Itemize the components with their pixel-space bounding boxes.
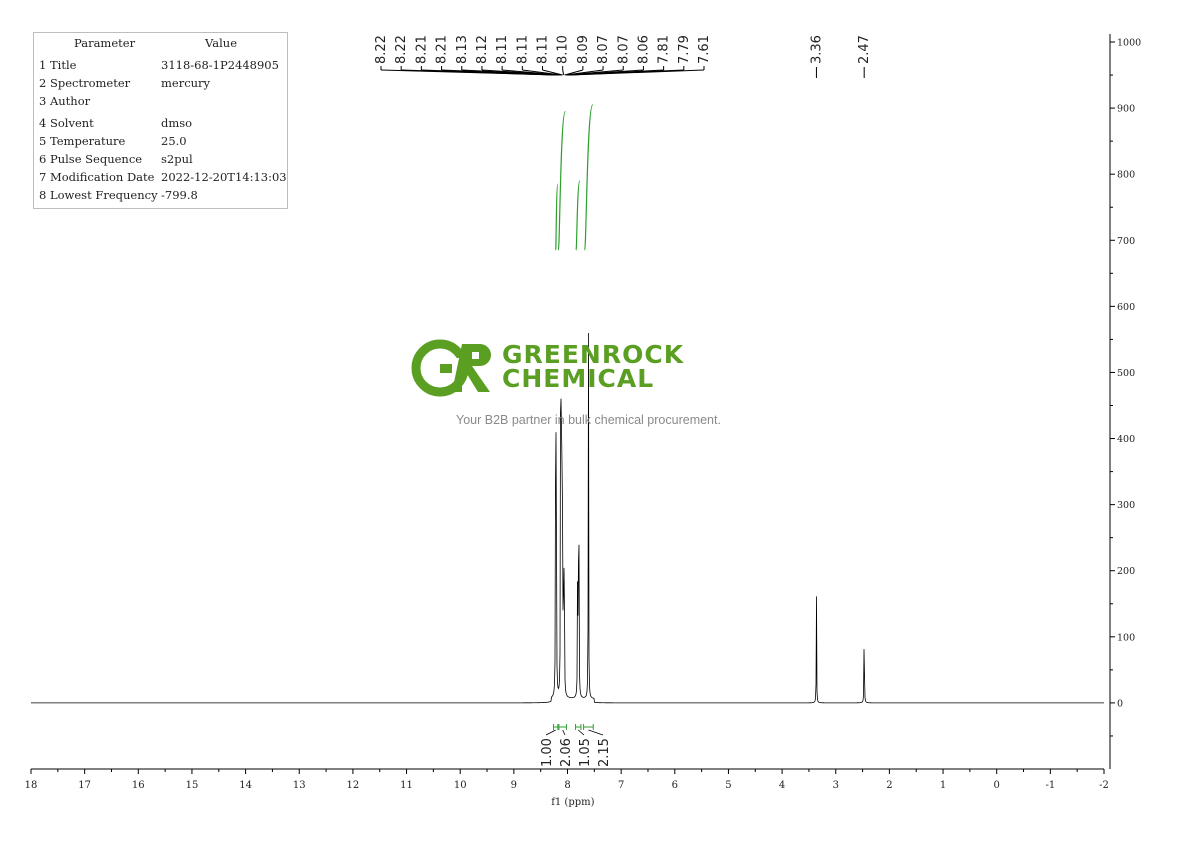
peak-shift-label: 8.11: [536, 35, 551, 64]
integration-layer: 1.00 2.06 1.05 2.15: [540, 724, 612, 767]
peak-shift-label: 8.22: [374, 35, 389, 64]
param-row: 1 Title 3118-68-1P2448905: [34, 58, 287, 74]
x-tick-label: 7: [618, 780, 624, 791]
integral-curve: [584, 104, 594, 251]
integration-connector: [588, 729, 604, 736]
watermark-tagline: Your B2B partner in bulk chemical procur…: [456, 413, 721, 427]
x-tick-label: 4: [779, 780, 785, 791]
peak-shift-label: 8.09: [576, 35, 591, 64]
peak-shift-label: 8.11: [515, 35, 530, 64]
y-tick-label: 800: [1117, 170, 1135, 181]
x-tick-label: 8: [564, 780, 570, 791]
peak-shift-label: 8.11: [495, 35, 510, 64]
peak-shift-label: 8.22: [394, 35, 409, 64]
peak-shift-label: 3.36: [809, 35, 824, 64]
x-axis-label: f1 (ppm): [551, 797, 594, 808]
peak-shift-label: 7.81: [657, 35, 672, 64]
param-row: 6 Pulse Sequence s2pul: [34, 152, 287, 168]
integration-value-label: 2.06: [559, 738, 574, 767]
peak-shift-label: 8.06: [636, 35, 651, 64]
greenrock-watermark-logo: GREENROCK CHEMICAL: [410, 338, 720, 398]
integral-curve: [575, 180, 581, 251]
param-label: 7 Modification Date: [39, 170, 155, 184]
param-value: 25.0: [161, 134, 187, 148]
param-value: mercury: [161, 76, 211, 90]
x-tick-label: 13: [293, 780, 306, 791]
y-tick-label: 600: [1117, 302, 1135, 313]
y-tick-label: 900: [1117, 104, 1135, 115]
integration-value-label: 1.00: [540, 738, 555, 767]
param-row: 8 Lowest Frequency -799.8: [34, 188, 287, 204]
y-tick-label: 200: [1117, 566, 1135, 577]
param-row: 4 Solvent dmso: [34, 116, 287, 132]
x-tick-label: 6: [672, 780, 678, 791]
param-value: -799.8: [161, 188, 198, 202]
brand-line-2: CHEMICAL: [502, 364, 655, 393]
param-label: 3 Author: [39, 94, 91, 108]
peak-shift-label: 8.07: [596, 35, 611, 64]
x-tick-label: 9: [511, 780, 517, 791]
x-tick-label: 14: [239, 780, 252, 791]
integration-connector: [577, 729, 585, 736]
peak-shift-label: 8.21: [414, 35, 429, 64]
param-value: 2022-12-20T14:13:03: [161, 170, 287, 184]
param-label: 2 Spectrometer: [39, 76, 131, 90]
y-tick-label: 100: [1117, 632, 1135, 643]
x-tick-label: -1: [1045, 780, 1055, 791]
x-tick-label: 16: [132, 780, 145, 791]
integral-curve: [555, 183, 559, 251]
peak-label-connector: [562, 69, 565, 76]
x-tick-label: 3: [833, 780, 839, 791]
peak-shift-label: 8.13: [455, 35, 470, 64]
integral-curve: [557, 110, 566, 251]
integration-value-label: 1.05: [578, 738, 593, 767]
peak-label-layer: 8.22 8.22 8.21 8.21 8.13 8.12 8.11 8.11 8.11 8.10…: [374, 35, 872, 78]
peak-shift-label: 8.21: [435, 35, 450, 64]
y-tick-label: 300: [1117, 500, 1135, 511]
param-label: 4 Solvent: [39, 116, 94, 130]
y-tick-label: 0: [1117, 698, 1123, 709]
param-label: 1 Title: [39, 58, 77, 72]
integration-connector: [545, 729, 556, 736]
param-label: 6 Pulse Sequence: [39, 152, 143, 166]
peak-shift-label: 8.07: [616, 35, 631, 64]
x-tick-label: 15: [186, 780, 199, 791]
integral-curves: [555, 104, 594, 251]
y-tick-label: 1000: [1117, 38, 1141, 49]
param-label: 5 Temperature: [39, 134, 126, 148]
gr-logo-icon: [411, 339, 491, 397]
parameter-table: Parameter Value 1 Title 3118-68-1P244890…: [33, 32, 288, 209]
param-value: 3118-68-1P2448905: [161, 58, 279, 72]
x-tick-label: -2: [1099, 780, 1109, 791]
x-tick-label: 12: [347, 780, 360, 791]
integration-value-label: 2.15: [597, 738, 612, 767]
param-row: 2 Spectrometer mercury: [34, 76, 287, 92]
x-tick-label: 1: [940, 780, 946, 791]
peak-shift-label: 7.61: [697, 35, 712, 64]
x-tick-label: 10: [454, 780, 467, 791]
param-row: 3 Author: [34, 94, 287, 110]
param-value: dmso: [161, 116, 193, 130]
param-header-label: Parameter: [74, 36, 136, 50]
param-value: s2pul: [161, 152, 193, 166]
x-tick-label: 11: [400, 780, 413, 791]
param-row: 5 Temperature 25.0: [34, 134, 287, 150]
x-tick-label: 18: [25, 780, 38, 791]
param-header-value: Value: [205, 36, 237, 50]
x-tick-label: 17: [78, 780, 91, 791]
peak-shift-label: 2.47: [857, 35, 872, 64]
y-tick-label: 400: [1117, 434, 1135, 445]
peak-shift-label: 7.79: [677, 35, 692, 64]
y-tick-label: 500: [1117, 368, 1135, 379]
y-tick-label: 700: [1117, 236, 1135, 247]
param-label: 8 Lowest Frequency: [39, 188, 158, 202]
x-tick-label: 5: [725, 780, 731, 791]
integration-connector: [562, 729, 566, 736]
parameter-table-header: Parameter Value: [34, 36, 287, 52]
peak-shift-label: 8.10: [556, 35, 571, 64]
param-row: 7 Modification Date 2022-12-20T14:13:03: [34, 170, 287, 186]
peak-shift-label: 8.12: [475, 35, 490, 64]
x-tick-label: 2: [886, 780, 892, 791]
x-tick-label: 0: [994, 780, 1000, 791]
